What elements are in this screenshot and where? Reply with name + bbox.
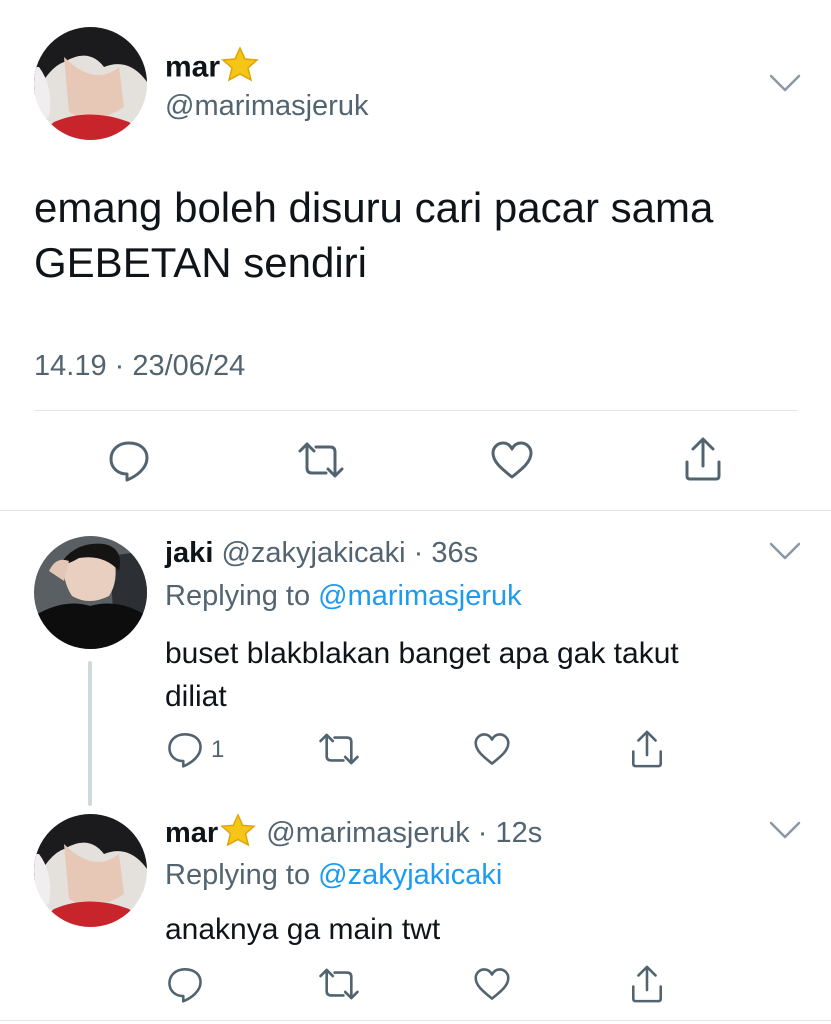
reply-icon[interactable]: [104, 436, 154, 484]
chevron-down-icon[interactable]: [767, 538, 803, 569]
author-handle[interactable]: @marimasjeruk: [165, 89, 368, 123]
tweet-text-line1: emang boleh disuru cari pacar sama: [34, 184, 714, 231]
retweet-icon[interactable]: [316, 729, 362, 769]
star-icon: [218, 813, 258, 856]
reply2-header: mar @marimasjeruk · 12s: [165, 813, 542, 856]
reply-text: anaknya ga main twt: [165, 913, 441, 946]
tweet-text-line2: GEBETAN sendiri: [34, 239, 367, 286]
replying-to-label: Replying to: [165, 859, 311, 891]
heart-icon[interactable]: [470, 729, 514, 769]
reply-author-name[interactable]: jaki: [165, 537, 213, 569]
thread-line: [88, 661, 92, 806]
reply-icon[interactable]: [163, 964, 207, 1004]
share-icon[interactable]: [679, 434, 727, 484]
replying-to-row: Replying to @zakyjakicaki: [165, 857, 502, 893]
heart-icon[interactable]: [487, 436, 537, 484]
reply-text-line2: diliat: [165, 680, 227, 713]
author-name[interactable]: mar: [165, 50, 220, 83]
reply-time[interactable]: · 12s: [478, 817, 542, 849]
avatar-mar[interactable]: [34, 814, 147, 927]
reply-text: buset blakblakan banget apa gak takut di…: [165, 632, 679, 718]
reply-icon[interactable]: [163, 729, 207, 769]
avatar-jaki[interactable]: [34, 536, 147, 649]
reply-author-handle[interactable]: @zakyjakicaki: [221, 537, 405, 569]
heart-icon[interactable]: [470, 964, 514, 1004]
reply-author-handle[interactable]: @marimasjeruk: [266, 817, 469, 849]
replying-to-link[interactable]: @zakyjakicaki: [318, 859, 502, 891]
replying-to-link[interactable]: @marimasjeruk: [318, 580, 521, 612]
divider: [0, 510, 831, 511]
main-author-name-row[interactable]: mar: [165, 46, 260, 91]
tweet-timestamp[interactable]: 14.19 · 23/06/24: [34, 349, 245, 383]
replying-to-label: Replying to: [165, 580, 311, 612]
share-icon[interactable]: [626, 962, 668, 1006]
reply-text-line1: buset blakblakan banget apa gak takut: [165, 637, 679, 670]
retweet-icon[interactable]: [316, 964, 362, 1004]
reply-author-name[interactable]: mar: [165, 817, 218, 849]
chevron-down-icon[interactable]: [767, 817, 803, 848]
star-icon: [220, 46, 260, 91]
reply1-header: jaki @zakyjakicaki · 36s: [165, 535, 478, 571]
retweet-icon[interactable]: [295, 436, 347, 484]
tweet-text: emang boleh disuru cari pacar sama GEBET…: [34, 180, 713, 290]
reply-count: 1: [211, 736, 225, 763]
divider: [34, 410, 798, 411]
divider: [0, 1020, 831, 1021]
reply-time[interactable]: · 36s: [414, 537, 478, 569]
replying-to-row: Replying to @marimasjeruk: [165, 578, 522, 614]
chevron-down-icon[interactable]: [767, 70, 803, 101]
share-icon[interactable]: [626, 727, 668, 771]
avatar-mar[interactable]: [34, 27, 147, 140]
